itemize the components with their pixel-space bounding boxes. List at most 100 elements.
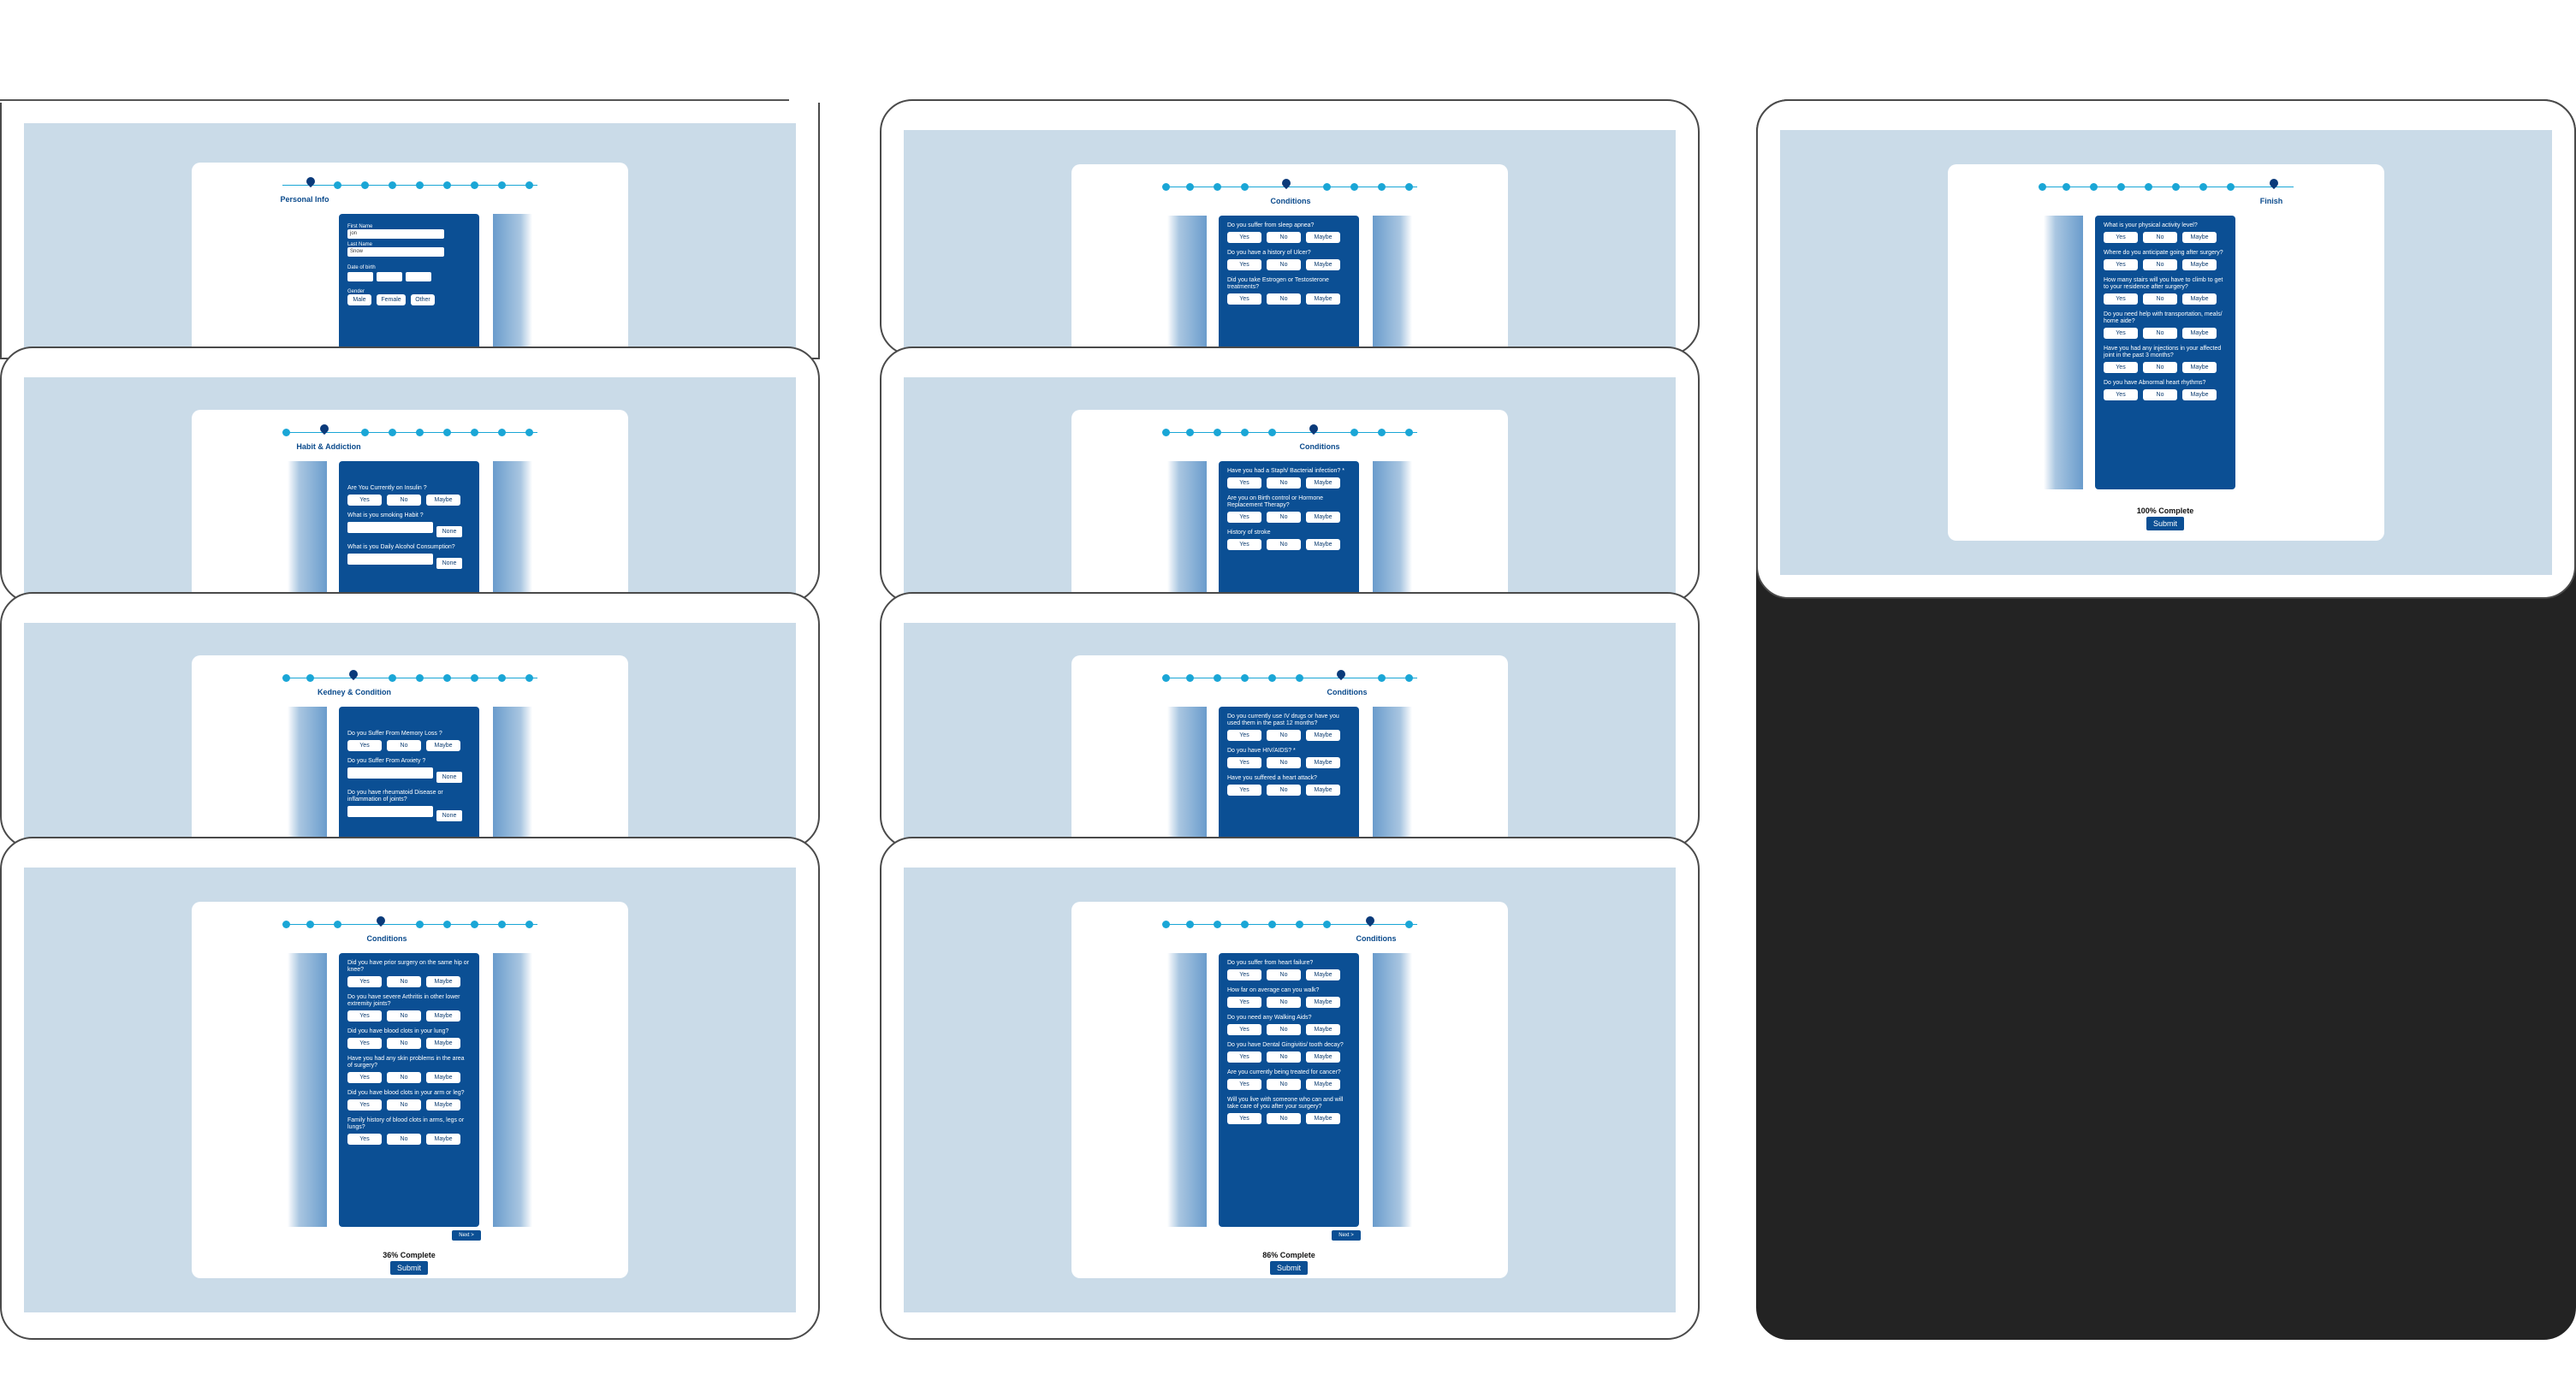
- no-button[interactable]: No: [387, 1010, 421, 1022]
- yes-button[interactable]: Yes: [1227, 232, 1261, 243]
- yes-button[interactable]: Yes: [347, 1010, 382, 1022]
- yes-button[interactable]: Yes: [1227, 1113, 1261, 1124]
- no-button[interactable]: No: [387, 495, 421, 506]
- no-button[interactable]: No: [1267, 232, 1301, 243]
- yes-button[interactable]: Yes: [1227, 730, 1261, 741]
- maybe-button[interactable]: Maybe: [1306, 730, 1340, 741]
- yes-button[interactable]: Yes: [1227, 997, 1261, 1008]
- yes-button[interactable]: Yes: [347, 1038, 382, 1049]
- maybe-button[interactable]: Maybe: [1306, 512, 1340, 523]
- no-button[interactable]: No: [1267, 730, 1301, 741]
- yes-button[interactable]: Yes: [347, 1099, 382, 1111]
- yes-button[interactable]: Yes: [1227, 512, 1261, 523]
- maybe-button[interactable]: Maybe: [2182, 389, 2217, 400]
- yes-button[interactable]: Yes: [347, 976, 382, 987]
- no-button[interactable]: No: [387, 1072, 421, 1083]
- none-button[interactable]: None: [436, 526, 462, 537]
- maybe-button[interactable]: Maybe: [426, 740, 460, 751]
- maybe-button[interactable]: Maybe: [426, 495, 460, 506]
- gender-female-button[interactable]: Female: [377, 294, 406, 305]
- dob-month-select[interactable]: [377, 272, 402, 281]
- no-button[interactable]: No: [1267, 1024, 1301, 1035]
- gender-male-button[interactable]: Male: [347, 294, 371, 305]
- maybe-button[interactable]: Maybe: [426, 1072, 460, 1083]
- yes-button[interactable]: Yes: [1227, 259, 1261, 270]
- no-button[interactable]: No: [1267, 997, 1301, 1008]
- dob-day-select[interactable]: [347, 272, 373, 281]
- gender-other-button[interactable]: Other: [411, 294, 435, 305]
- maybe-button[interactable]: Maybe: [1306, 1079, 1340, 1090]
- no-button[interactable]: No: [1267, 1079, 1301, 1090]
- none-button[interactable]: None: [436, 772, 462, 783]
- yes-button[interactable]: Yes: [347, 1134, 382, 1145]
- next-button[interactable]: Next >: [452, 1230, 481, 1241]
- maybe-button[interactable]: Maybe: [426, 1038, 460, 1049]
- yes-button[interactable]: Yes: [1227, 293, 1261, 305]
- yes-button[interactable]: Yes: [1227, 969, 1261, 980]
- maybe-button[interactable]: Maybe: [1306, 969, 1340, 980]
- maybe-button[interactable]: Maybe: [1306, 1113, 1340, 1124]
- maybe-button[interactable]: Maybe: [426, 976, 460, 987]
- last-name-field[interactable]: Snow: [347, 247, 444, 257]
- no-button[interactable]: No: [1267, 539, 1301, 550]
- no-button[interactable]: No: [1267, 1051, 1301, 1063]
- yes-button[interactable]: Yes: [2104, 293, 2138, 305]
- no-button[interactable]: No: [2143, 328, 2177, 339]
- maybe-button[interactable]: Maybe: [1306, 259, 1340, 270]
- yes-button[interactable]: Yes: [347, 740, 382, 751]
- anxiety-dropdown[interactable]: [347, 767, 433, 779]
- maybe-button[interactable]: Maybe: [1306, 539, 1340, 550]
- no-button[interactable]: No: [1267, 785, 1301, 796]
- yes-button[interactable]: Yes: [2104, 259, 2138, 270]
- no-button[interactable]: No: [387, 1134, 421, 1145]
- yes-button[interactable]: Yes: [1227, 1024, 1261, 1035]
- submit-button[interactable]: Submit: [1270, 1261, 1308, 1275]
- maybe-button[interactable]: Maybe: [1306, 1024, 1340, 1035]
- next-button[interactable]: Next >: [1332, 1230, 1361, 1241]
- yes-button[interactable]: Yes: [1227, 1051, 1261, 1063]
- maybe-button[interactable]: Maybe: [2182, 293, 2217, 305]
- yes-button[interactable]: Yes: [2104, 328, 2138, 339]
- maybe-button[interactable]: Maybe: [1306, 1051, 1340, 1063]
- no-button[interactable]: No: [2143, 293, 2177, 305]
- first-name-field[interactable]: jon: [347, 229, 444, 239]
- dob-year-select[interactable]: [406, 272, 431, 281]
- yes-button[interactable]: Yes: [1227, 539, 1261, 550]
- maybe-button[interactable]: Maybe: [426, 1099, 460, 1111]
- yes-button[interactable]: Yes: [1227, 785, 1261, 796]
- maybe-button[interactable]: Maybe: [426, 1134, 460, 1145]
- no-button[interactable]: No: [387, 1099, 421, 1111]
- smoking-dropdown[interactable]: [347, 522, 433, 533]
- yes-button[interactable]: Yes: [1227, 1079, 1261, 1090]
- no-button[interactable]: No: [2143, 362, 2177, 373]
- maybe-button[interactable]: Maybe: [1306, 785, 1340, 796]
- maybe-button[interactable]: Maybe: [2182, 362, 2217, 373]
- maybe-button[interactable]: Maybe: [2182, 232, 2217, 243]
- no-button[interactable]: No: [1267, 1113, 1301, 1124]
- alcohol-dropdown[interactable]: [347, 554, 433, 565]
- no-button[interactable]: No: [1267, 293, 1301, 305]
- yes-button[interactable]: Yes: [2104, 362, 2138, 373]
- no-button[interactable]: No: [1267, 757, 1301, 768]
- no-button[interactable]: No: [1267, 259, 1301, 270]
- no-button[interactable]: No: [1267, 512, 1301, 523]
- no-button[interactable]: No: [1267, 969, 1301, 980]
- maybe-button[interactable]: Maybe: [1306, 232, 1340, 243]
- no-button[interactable]: No: [1267, 477, 1301, 489]
- yes-button[interactable]: Yes: [1227, 757, 1261, 768]
- none-button[interactable]: None: [436, 810, 462, 821]
- no-button[interactable]: No: [387, 1038, 421, 1049]
- no-button[interactable]: No: [2143, 389, 2177, 400]
- yes-button[interactable]: Yes: [2104, 232, 2138, 243]
- submit-button[interactable]: Submit: [2146, 517, 2184, 530]
- joint-dropdown[interactable]: [347, 806, 433, 817]
- yes-button[interactable]: Yes: [347, 1072, 382, 1083]
- yes-button[interactable]: Yes: [1227, 477, 1261, 489]
- no-button[interactable]: No: [2143, 232, 2177, 243]
- no-button[interactable]: No: [2143, 259, 2177, 270]
- maybe-button[interactable]: Maybe: [1306, 293, 1340, 305]
- maybe-button[interactable]: Maybe: [2182, 328, 2217, 339]
- maybe-button[interactable]: Maybe: [1306, 477, 1340, 489]
- yes-button[interactable]: Yes: [347, 495, 382, 506]
- no-button[interactable]: No: [387, 976, 421, 987]
